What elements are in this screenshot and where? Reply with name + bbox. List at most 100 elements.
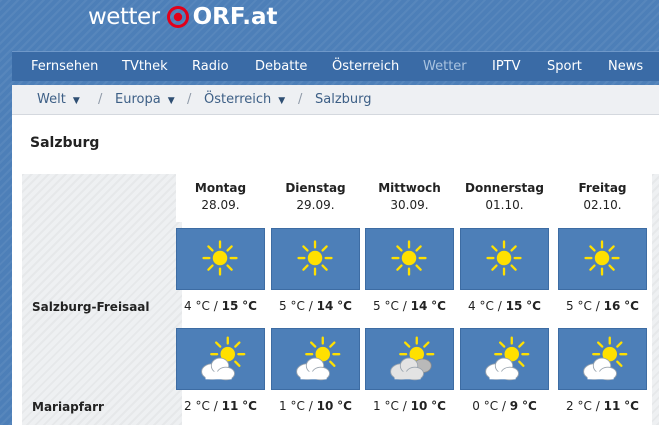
nav-item-fernsehen[interactable]: Fernsehen <box>31 52 98 81</box>
breadcrumb-separator: / <box>298 92 303 107</box>
nav-item-debatte[interactable]: Debatte <box>255 52 307 81</box>
temp-separator: / <box>213 299 218 313</box>
day-name: Mittwoch <box>378 181 441 195</box>
min-temp: 5 <box>566 299 574 313</box>
nav-item-radio[interactable]: Radio <box>192 52 229 81</box>
temperature-range: 4 °C / 15 °C <box>460 299 549 313</box>
min-temp: 4 <box>184 299 192 313</box>
day-date: 01.10. <box>485 198 524 212</box>
min-temp: 0 <box>472 399 480 413</box>
day-date: 02.10. <box>583 198 622 212</box>
location-column: Salzburg-Freisaal Mariapfarr <box>22 174 182 425</box>
nav-item-news[interactable]: News <box>608 52 643 81</box>
sun-icon[interactable] <box>460 228 549 290</box>
orf-eye-icon <box>166 6 189 28</box>
day-date: 30.09. <box>390 198 429 212</box>
breadcrumb-item-welt[interactable]: Welt ▼ <box>37 85 80 115</box>
chevron-down-icon[interactable]: ▼ <box>168 96 175 106</box>
forecast-panel: Salzburg Salzburg-Freisaal Mariapfarr Mo… <box>12 115 659 425</box>
temp-separator: / <box>402 399 407 413</box>
breadcrumb-item-salzburg: Salzburg <box>315 92 372 107</box>
panel-edge <box>652 174 659 425</box>
breadcrumb-item-oesterreich[interactable]: Österreich ▼ <box>204 85 285 115</box>
max-temp: 11 <box>221 399 239 413</box>
logo-suffix: ORF.at <box>192 4 278 30</box>
unit: °C <box>577 399 592 413</box>
day-name: Montag <box>194 181 247 195</box>
chevron-down-icon[interactable]: ▼ <box>278 96 285 106</box>
unit: °C <box>290 299 305 313</box>
unit: °C <box>521 399 537 413</box>
unit: °C <box>624 299 639 313</box>
day-date: 28.09. <box>201 198 240 212</box>
max-temp: 16 <box>603 299 621 313</box>
day-name: Freitag <box>578 181 627 195</box>
day-header-montag: Montag 28.09. <box>176 174 265 222</box>
unit: °C <box>242 399 257 413</box>
sun-icon[interactable] <box>176 228 265 290</box>
temp-separator: / <box>308 299 313 313</box>
day-header-mittwoch: Mittwoch 30.09. <box>365 174 454 222</box>
nav-item-wetter[interactable]: Wetter <box>423 52 467 81</box>
breadcrumb-separator: / <box>187 92 192 107</box>
sun-cloud-icon[interactable] <box>558 328 647 390</box>
breadcrumb: Welt ▼ / Europa ▼ / Österreich ▼ / Salzburg <box>12 85 659 115</box>
temp-separator: / <box>595 299 600 313</box>
location-name-salzburg-freisaal[interactable]: Salzburg-Freisaal <box>32 300 150 314</box>
max-temp: 14 <box>410 299 428 313</box>
sun-cloud-icon[interactable] <box>271 328 360 390</box>
unit: °C <box>384 299 399 313</box>
max-temp: 9 <box>509 399 519 413</box>
unit: °C <box>526 299 541 313</box>
sun-icon[interactable] <box>558 228 647 290</box>
temperature-range: 1 °C / 10 °C <box>271 399 360 413</box>
temp-separator: / <box>497 299 502 313</box>
unit: °C <box>384 399 399 413</box>
unit: °C <box>483 399 499 413</box>
breadcrumb-separator: / <box>98 92 103 107</box>
chevron-down-icon[interactable]: ▼ <box>73 96 80 106</box>
unit: °C <box>577 299 592 313</box>
nav-item-sport[interactable]: Sport <box>547 52 582 81</box>
day-name: Donnerstag <box>465 181 544 195</box>
day-header-freitag: Freitag 02.10. <box>558 174 647 222</box>
nav-item-oesterreich[interactable]: Österreich <box>332 52 399 81</box>
day-header-donnerstag: Donnerstag 01.10. <box>460 174 549 222</box>
unit: °C <box>195 299 210 313</box>
min-temp: 5 <box>279 299 287 313</box>
sun-cloud-icon[interactable] <box>176 328 265 390</box>
temperature-range: 5 °C / 14 °C <box>365 299 454 313</box>
nav-item-iptv[interactable]: IPTV <box>492 52 521 81</box>
unit: °C <box>337 299 352 313</box>
unit: °C <box>624 399 639 413</box>
unit: °C <box>337 399 352 413</box>
sun-cloud-grey-icon[interactable] <box>365 328 454 390</box>
temp-separator: / <box>595 399 600 413</box>
nav-item-tvthek[interactable]: TVthek <box>122 52 168 81</box>
sun-icon[interactable] <box>271 228 360 290</box>
temperature-range: 4 °C / 15 °C <box>176 299 265 313</box>
sun-icon[interactable] <box>365 228 454 290</box>
max-temp: 14 <box>316 299 334 313</box>
day-header-dienstag: Dienstag 29.09. <box>271 174 360 222</box>
unit: °C <box>431 399 446 413</box>
breadcrumb-item-europa[interactable]: Europa ▼ <box>115 85 175 115</box>
main-nav: Fernsehen TVthek Radio Debatte Österreic… <box>12 51 659 81</box>
unit: °C <box>290 399 305 413</box>
unit: °C <box>195 399 210 413</box>
location-name-mariapfarr[interactable]: Mariapfarr <box>32 400 104 414</box>
sun-cloud-icon[interactable] <box>460 328 549 390</box>
day-date: 29.09. <box>296 198 335 212</box>
max-temp: 11 <box>603 399 621 413</box>
temperature-range: 5 °C / 16 °C <box>558 299 647 313</box>
max-temp: 15 <box>221 299 239 313</box>
temperature-range: 5 °C / 14 °C <box>271 299 360 313</box>
min-temp: 2 <box>184 399 192 413</box>
max-temp: 10 <box>410 399 428 413</box>
max-temp: 15 <box>505 299 523 313</box>
temp-separator: / <box>402 299 407 313</box>
temperature-range: 1 °C / 10 °C <box>365 399 454 413</box>
orf-logo[interactable]: wetter ORF.at <box>88 0 277 34</box>
temp-separator: / <box>501 399 506 413</box>
page-title: Salzburg <box>30 135 100 151</box>
